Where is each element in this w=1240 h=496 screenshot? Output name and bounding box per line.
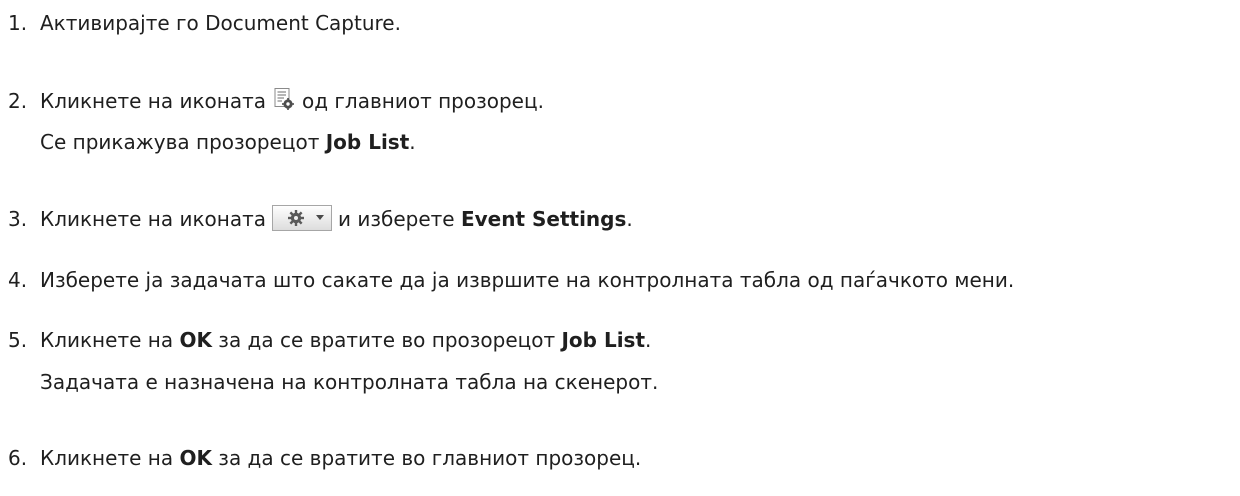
- step-number: 3.: [8, 207, 28, 231]
- step-number: 1.: [8, 11, 28, 35]
- step-number: 2.: [8, 89, 28, 113]
- step-number: 6.: [8, 446, 28, 470]
- step-number: 4.: [8, 268, 28, 292]
- step-text-after: од главниот прозорец.: [302, 89, 544, 113]
- settings-gear-dropdown-icon: [272, 205, 332, 231]
- button-name: OK: [179, 328, 212, 352]
- step-text: Кликнете на OK за да се вратите во главн…: [40, 446, 642, 470]
- step-result-text: Се прикажува прозорецот Job List.: [40, 130, 416, 154]
- menu-option-name: Event Settings: [460, 207, 627, 231]
- step-result-text: Задачата е назначена на контролната табл…: [40, 370, 659, 394]
- step-text: Кликнете на иконата и изберете Event Set…: [40, 205, 633, 231]
- step-text-before: Кликнете на иконата: [40, 89, 266, 113]
- button-name: OK: [179, 446, 212, 470]
- window-name: Job List: [325, 130, 410, 154]
- step-text: Кликнете на иконата од главниот прозорец…: [40, 86, 544, 116]
- step-text: Изберете ја задачата што сакате да ја из…: [40, 268, 1015, 292]
- job-list-icon: [272, 87, 296, 111]
- step-number: 5.: [8, 328, 28, 352]
- step-text: Активирајте го Document Capture.: [40, 11, 401, 35]
- window-name: Job List: [561, 328, 646, 352]
- step-text: Кликнете на OK за да се вратите во прозо…: [40, 328, 652, 352]
